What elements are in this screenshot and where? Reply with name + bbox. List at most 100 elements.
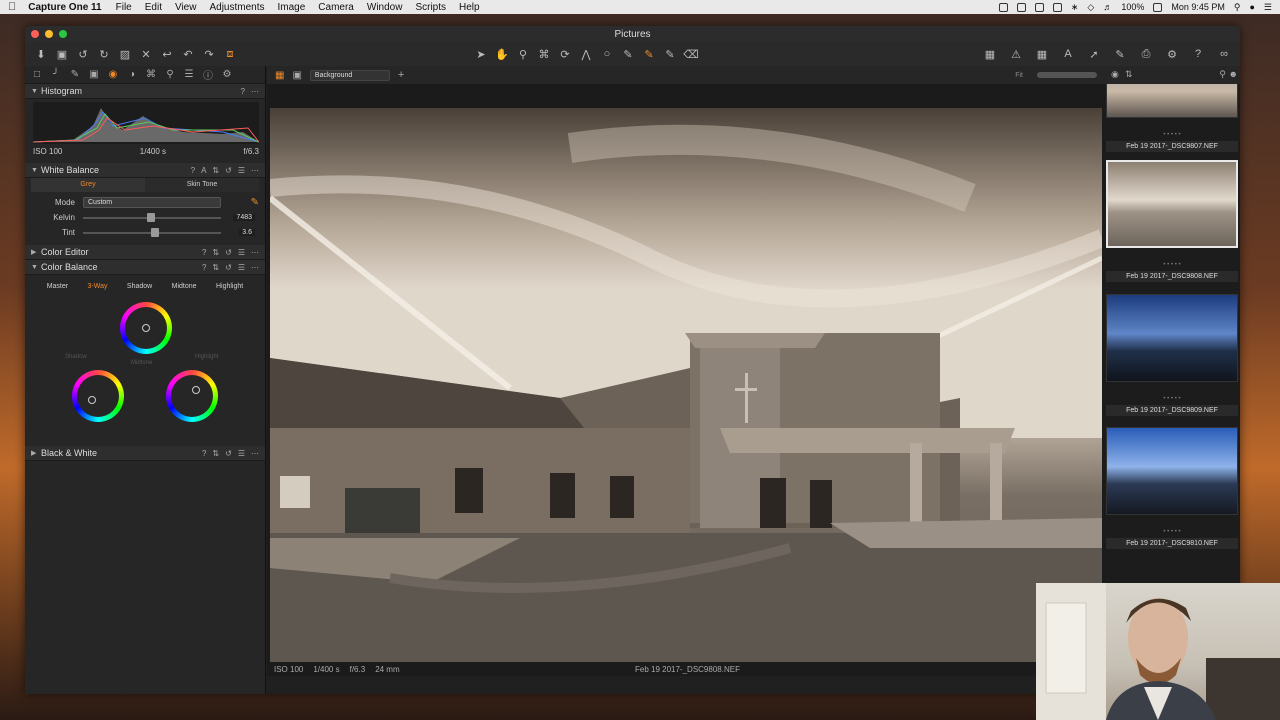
rotate-tool-icon[interactable]: ⟳ — [559, 48, 571, 61]
tab-grey[interactable]: Grey — [31, 178, 145, 192]
undo-icon[interactable]: ↶ — [182, 48, 194, 61]
thumbnail-image[interactable] — [1106, 84, 1238, 118]
apple-icon[interactable]:  — [8, 1, 16, 13]
eyedropper-icon[interactable]: ✎ — [251, 197, 259, 208]
reset-icon[interactable]: ↺ — [225, 449, 232, 458]
kelvin-slider[interactable] — [83, 212, 221, 222]
copy-icon[interactable]: ⇅ — [212, 263, 219, 272]
print-icon[interactable]: ⎙ — [1140, 48, 1152, 60]
rating-stars[interactable]: • • • • • — [1106, 262, 1238, 268]
eraser-tool-icon[interactable]: ⌫ — [683, 48, 699, 61]
status-icon[interactable] — [1016, 2, 1026, 12]
color-editor-header[interactable]: ▶ Color Editor ? ⇅ ↺ ☰ ⋯ — [25, 245, 265, 260]
add-icon[interactable]: + — [398, 69, 404, 81]
rating-stars[interactable]: • • • • • — [1106, 529, 1238, 535]
time-machine-icon[interactable] — [1052, 2, 1062, 12]
proof-icon[interactable]: ➚ — [1088, 48, 1100, 61]
presets-icon[interactable]: ☰ — [238, 248, 245, 257]
presets-icon[interactable]: ☰ — [238, 449, 245, 458]
help-icon[interactable]: ? — [202, 449, 206, 458]
grid-view-icon[interactable]: ▦ — [275, 70, 284, 81]
camera-tab-icon[interactable]: ▣ — [89, 69, 99, 80]
main-photo[interactable] — [270, 108, 1102, 662]
reset-icon[interactable]: ↺ — [225, 248, 232, 257]
tab-shadow[interactable]: Shadow — [127, 283, 152, 290]
highlight-wheel-handle[interactable] — [192, 386, 200, 394]
menu-camera[interactable]: Camera — [318, 2, 354, 13]
battery-percent[interactable]: 100% — [1121, 2, 1144, 12]
copy-apply-icon[interactable]: ⧈ — [224, 48, 236, 60]
app-menu[interactable]: Capture One 11 — [28, 2, 101, 13]
info-tab-icon[interactable]: ⓘ — [203, 70, 213, 82]
image-viewer[interactable] — [267, 84, 1105, 664]
black-white-header[interactable]: ▶ Black & White ? ⇅ ↺ ☰ ⋯ — [25, 446, 265, 461]
spot-tool-icon[interactable]: ○ — [601, 48, 613, 60]
rating-stars[interactable]: • • • • • — [1106, 396, 1238, 402]
copy-icon[interactable]: ⇅ — [212, 449, 219, 458]
reset-icon[interactable]: ↩ — [161, 48, 173, 61]
thumbnail-selected[interactable]: • • • • • Feb 19 2017-_DSC9808.NEF — [1106, 160, 1238, 282]
help-icon[interactable]: ? — [241, 87, 245, 96]
tab-3-way[interactable]: 3-Way — [88, 283, 108, 290]
more-icon[interactable]: ⋯ — [251, 87, 259, 96]
expand-arrow-icon[interactable]: ▶ — [31, 248, 41, 256]
spotlight-icon[interactable]: ⚲ — [1234, 2, 1241, 13]
zoom-slider[interactable] — [1037, 72, 1097, 78]
edit-icon[interactable]: ✎ — [1114, 48, 1126, 61]
details-tab-icon[interactable]: ⚲ — [165, 69, 175, 80]
library-tab-icon[interactable]: □ — [32, 69, 42, 80]
kelvin-slider-knob[interactable] — [147, 212, 155, 222]
help-icon[interactable]: ? — [202, 248, 206, 257]
mode-select[interactable]: Custom — [83, 197, 221, 208]
picker-tool-icon[interactable]: ✎ — [643, 48, 655, 61]
thumbnail-image[interactable] — [1106, 294, 1238, 382]
rating-stars[interactable]: • • • • • — [1106, 132, 1238, 138]
presets-icon[interactable]: ☰ — [238, 263, 245, 272]
delete-icon[interactable]: ✕ — [140, 48, 152, 61]
wifi-icon[interactable]: ◇ — [1087, 2, 1094, 13]
auto-icon[interactable]: A — [201, 166, 206, 175]
sort-icon[interactable]: ⇅ — [1125, 69, 1133, 80]
kelvin-value[interactable]: 7483 — [233, 214, 255, 221]
presets-icon[interactable]: ☰ — [238, 166, 245, 175]
collapse-arrow-icon[interactable]: ▼ — [31, 264, 41, 271]
variant-select[interactable]: Background — [309, 69, 390, 81]
grid-icon[interactable]: ▦ — [1036, 48, 1048, 61]
menu-help[interactable]: Help — [459, 2, 480, 13]
copy-icon[interactable]: ⇅ — [212, 248, 219, 257]
lens-tab-icon[interactable]: ✎ — [70, 69, 80, 80]
menu-window[interactable]: Window — [367, 2, 403, 13]
zoom-tool-icon[interactable]: ⚲ — [517, 48, 529, 61]
thumbnail[interactable]: • • • • • Feb 19 2017-_DSC9807.NEF — [1106, 84, 1238, 152]
thumbnail-image[interactable] — [1106, 427, 1238, 515]
thumbnail[interactable]: • • • • • Feb 19 2017-_DSC9810.NEF — [1106, 427, 1238, 549]
rotate-left-icon[interactable]: ↺ — [77, 48, 89, 61]
minimize-window-button[interactable] — [45, 30, 53, 38]
more-icon[interactable]: ⋯ — [251, 248, 259, 257]
highlight-color-wheel[interactable] — [166, 370, 218, 422]
menu-file[interactable]: File — [116, 2, 132, 13]
cursor-tool-icon[interactable]: ➤ — [475, 48, 487, 61]
more-icon[interactable]: ⋯ — [251, 263, 259, 272]
thumbnail[interactable]: • • • • • Feb 19 2017-_DSC9809.NEF — [1106, 294, 1238, 416]
zoom-window-button[interactable] — [59, 30, 67, 38]
annotate-tool-icon[interactable]: ✎ — [664, 48, 676, 61]
help-icon[interactable]: ? — [202, 263, 206, 272]
text-icon[interactable]: A — [1062, 48, 1074, 60]
search-icon[interactable]: ⚲ — [1219, 69, 1226, 80]
shadow-wheel-handle[interactable] — [88, 396, 96, 404]
bluetooth-icon[interactable]: ∗ — [1071, 2, 1079, 13]
white-balance-header[interactable]: ▼ White Balance ? A ⇅ ↺ ☰ ⋯ — [25, 163, 265, 178]
menu-adjustments[interactable]: Adjustments — [209, 2, 264, 13]
capture-tab-icon[interactable]: ╯ — [51, 69, 61, 80]
menu-edit[interactable]: Edit — [145, 2, 162, 13]
color-tab-icon[interactable]: ◉ — [108, 69, 118, 80]
single-view-icon[interactable]: ▣ — [292, 70, 301, 81]
user-icon[interactable]: ☻ — [1229, 69, 1238, 79]
tint-slider-knob[interactable] — [151, 227, 159, 237]
menu-scripts[interactable]: Scripts — [415, 2, 446, 13]
mask-brush-icon[interactable]: ✎ — [622, 48, 634, 61]
rotate-right-icon[interactable]: ↻ — [98, 48, 110, 61]
midtone-wheel-handle[interactable] — [142, 324, 150, 332]
reset-icon[interactable]: ↺ — [225, 263, 232, 272]
